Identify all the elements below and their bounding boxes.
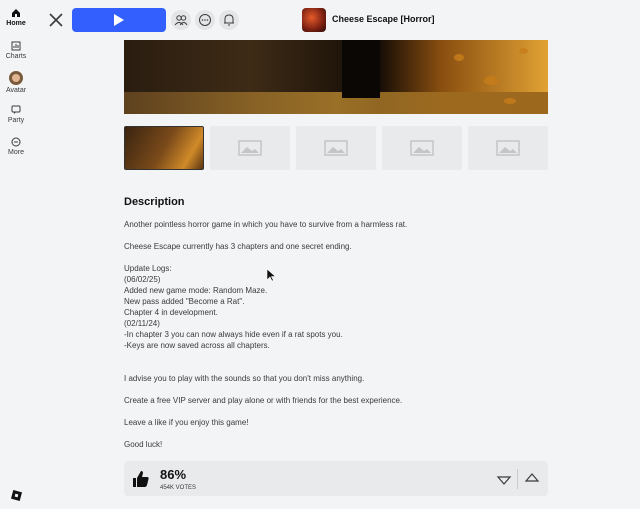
description-heading: Description <box>124 196 185 208</box>
friends-button[interactable] <box>171 10 191 30</box>
image-placeholder-icon <box>324 140 348 156</box>
thumbs-up-icon <box>133 471 149 487</box>
sidebar-item-label: Avatar <box>5 87 27 94</box>
thumbnail-3[interactable] <box>296 126 376 170</box>
description-line: Added new game mode: Random Maze. <box>124 286 268 295</box>
sidebar-item-label: Home <box>6 20 26 27</box>
description-line: Cheese Escape currently has 3 chapters a… <box>124 242 352 251</box>
sidebar-item-home[interactable]: Home <box>0 8 32 27</box>
sidebar-item-avatar[interactable]: Avatar <box>0 71 32 94</box>
thumbnail-4[interactable] <box>382 126 462 170</box>
description-line: Leave a like if you enjoy this game! <box>124 418 249 427</box>
vote-percentage: 86% <box>160 467 187 482</box>
hero-screenshot[interactable] <box>124 40 548 114</box>
friends-icon <box>174 15 188 26</box>
description-line: Update Logs: <box>124 264 172 273</box>
thumbnail-1[interactable] <box>124 126 204 170</box>
description-line: -Keys are now saved across all chapters. <box>124 341 270 350</box>
charts-icon <box>11 41 21 51</box>
description-line: (02/11/24) <box>124 319 160 328</box>
more-icon <box>11 137 21 147</box>
thumbnail-2[interactable] <box>210 126 290 170</box>
vote-separator <box>517 469 518 489</box>
sidebar-item-label: More <box>8 149 24 156</box>
image-placeholder-icon <box>410 140 434 156</box>
description-line: Chapter 4 in development. <box>124 308 218 317</box>
mouse-cursor-icon <box>267 269 276 282</box>
thumbnail-5[interactable] <box>468 126 548 170</box>
description-line: New pass added "Become a Rat". <box>124 297 245 306</box>
sidebar-item-charts[interactable]: Charts <box>0 41 32 60</box>
description-line: I advise you to play with the sounds so … <box>124 374 365 383</box>
vote-count: 454K VOTES <box>160 485 197 491</box>
screenshot-thumbnails <box>124 126 548 170</box>
home-icon <box>12 9 20 17</box>
sidebar-item-label: Party <box>7 117 25 124</box>
chat-button[interactable] <box>195 10 215 30</box>
sidebar-item-more[interactable]: More <box>0 137 32 156</box>
notifications-button[interactable] <box>219 10 239 30</box>
sidebar: Home Charts Avatar Party More <box>0 0 32 509</box>
description-line: -In chapter 3 you can now always hide ev… <box>124 330 343 339</box>
description-line: Good luck! <box>124 440 163 449</box>
image-placeholder-icon <box>238 140 262 156</box>
play-icon <box>114 14 124 26</box>
party-icon <box>11 105 21 114</box>
description-line: Another pointless horror game in which y… <box>124 220 408 229</box>
roblox-logo-icon[interactable] <box>11 490 22 501</box>
avatar-icon <box>9 71 23 85</box>
vote-down-icon[interactable] <box>496 472 512 488</box>
close-icon[interactable] <box>47 11 65 29</box>
sidebar-item-label: Charts <box>5 53 27 60</box>
description-line: (06/02/25) <box>124 275 161 284</box>
vote-up-icon[interactable] <box>524 470 540 486</box>
game-thumbnail-icon <box>302 8 326 32</box>
chat-icon <box>199 14 211 26</box>
game-title: Cheese Escape [Horror] <box>332 14 435 24</box>
description-line: Create a free VIP server and play alone … <box>124 396 403 405</box>
bell-icon <box>224 14 234 26</box>
image-placeholder-icon <box>496 140 520 156</box>
sidebar-item-party[interactable]: Party <box>0 105 32 124</box>
play-button[interactable] <box>72 8 166 32</box>
